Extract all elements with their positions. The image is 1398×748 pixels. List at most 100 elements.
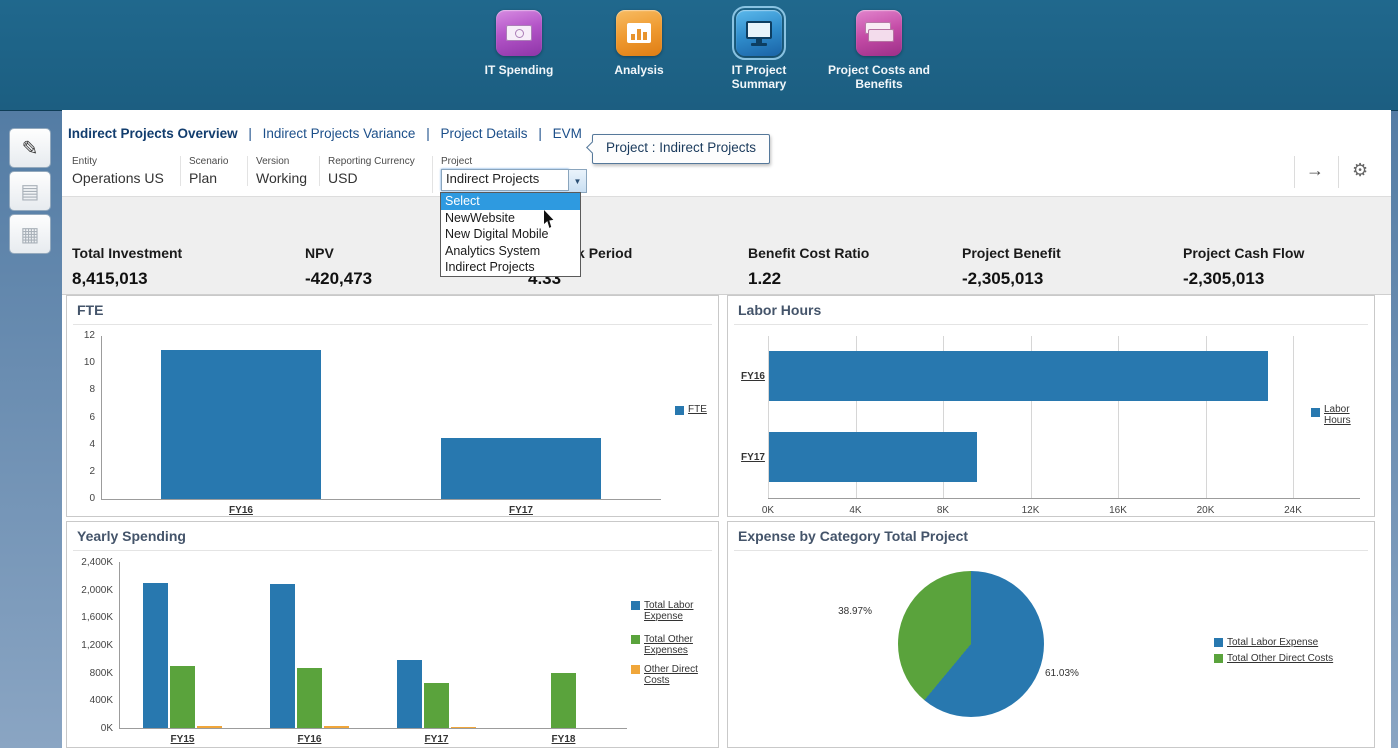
project-tooltip: Project : Indirect Projects xyxy=(592,134,770,164)
divider xyxy=(734,324,1368,325)
project-combobox-value[interactable]: Indirect Projects xyxy=(441,169,569,191)
nav-label: Project Costs and Benefits xyxy=(823,63,935,91)
nav-item-analysis[interactable]: Analysis xyxy=(583,10,695,91)
x-axis-tick: 0K xyxy=(750,505,786,516)
sidebar-edit-button[interactable]: ✎ xyxy=(9,128,51,168)
spending-bar-fy16[interactable] xyxy=(270,584,295,728)
y-axis-tick: 2,400K xyxy=(67,557,113,568)
legend-label[interactable]: FTE xyxy=(688,404,707,415)
tab-project-details[interactable]: Project Details xyxy=(441,126,528,141)
tab-indirect-projects-overview[interactable]: Indirect Projects Overview xyxy=(68,126,238,141)
analysis-icon xyxy=(616,10,662,56)
y-axis-category[interactable]: FY17 xyxy=(740,452,766,463)
kpi-benefit-cost-ratio: Benefit Cost Ratio 1.22 xyxy=(748,245,869,289)
y-axis-tick: 10 xyxy=(69,357,95,368)
it-project-summary-icon xyxy=(736,10,782,56)
x-axis-category[interactable]: FY17 xyxy=(373,734,500,745)
expense-by-category-chart-box: Expense by Category Total Project 38.97%… xyxy=(727,521,1375,748)
tab-indirect-projects-variance[interactable]: Indirect Projects Variance xyxy=(263,126,416,141)
kpi-value: -2,305,013 xyxy=(962,269,1061,289)
spending-bar-fy15[interactable] xyxy=(197,726,222,728)
dropdown-option-newwebsite[interactable]: NewWebsite xyxy=(441,210,580,227)
labor-bar-fy16[interactable] xyxy=(769,351,1268,401)
nav-item-project-costs[interactable]: Project Costs and Benefits xyxy=(823,10,935,91)
x-axis-category[interactable]: FY15 xyxy=(119,734,246,745)
x-axis-line xyxy=(101,499,661,500)
x-axis-category[interactable]: FY17 xyxy=(381,505,661,516)
forward-arrow-icon[interactable]: → xyxy=(1306,160,1324,181)
y-axis-category[interactable]: FY16 xyxy=(740,371,766,382)
pov-field-project: Project Indirect Projects ▼ xyxy=(432,156,587,193)
pov-value[interactable]: Working xyxy=(256,170,307,186)
dropdown-option-indirect-projects[interactable]: Indirect Projects xyxy=(441,259,580,276)
legend-label[interactable]: Total Labor Expense xyxy=(1227,637,1318,648)
fte-bar-fy17[interactable] xyxy=(441,438,601,499)
kpi-band: Total Investment 8,415,013 NPV -420,473 … xyxy=(62,196,1391,295)
toolbar-divider xyxy=(1294,156,1295,188)
chart-title: FTE xyxy=(77,302,103,318)
legend-swatch xyxy=(631,665,640,674)
x-axis-tick: 24K xyxy=(1275,505,1311,516)
y-axis-tick: 4 xyxy=(69,439,95,450)
grid-line xyxy=(1293,336,1294,498)
spending-bar-fy15[interactable] xyxy=(143,583,168,728)
spending-bar-fy17[interactable] xyxy=(424,683,449,728)
y-axis-tick: 6 xyxy=(69,412,95,423)
y-axis-tick: 400K xyxy=(67,695,113,706)
sidebar-layout-button[interactable]: ▦ xyxy=(9,214,51,254)
pov-value[interactable]: Plan xyxy=(189,170,228,186)
dropdown-option-new-digital-mobile[interactable]: New Digital Mobile xyxy=(441,226,580,243)
pie-chart[interactable] xyxy=(898,571,1044,717)
spending-bar-fy16[interactable] xyxy=(297,668,322,728)
nav-item-it-spending[interactable]: IT Spending xyxy=(463,10,575,91)
legend-label[interactable]: Total Labor Expense xyxy=(644,600,700,622)
sidebar-print-button[interactable]: ▤ xyxy=(9,171,51,211)
printer-icon: ▤ xyxy=(21,179,40,204)
legend-label[interactable]: Total Other Expenses xyxy=(644,634,700,656)
top-app-bar: IT Spending Analysis IT Project Summary … xyxy=(0,0,1398,111)
legend-label[interactable]: Labor Hours xyxy=(1324,404,1368,426)
pov-value[interactable]: USD xyxy=(328,170,415,186)
spending-bar-fy17[interactable] xyxy=(451,727,476,729)
x-axis-tick: 4K xyxy=(838,505,874,516)
pov-label: Entity xyxy=(72,156,164,167)
legend-label[interactable]: Total Other Direct Costs xyxy=(1227,653,1333,664)
dropdown-option-analytics-system[interactable]: Analytics System xyxy=(441,243,580,260)
yearly-spending-chart-box: Yearly Spending 0K400K800K1,200K1,600K2,… xyxy=(66,521,719,748)
nav-item-it-project-summary[interactable]: IT Project Summary xyxy=(703,10,815,91)
project-combobox[interactable]: Indirect Projects ▼ xyxy=(441,169,587,193)
x-axis-category[interactable]: FY16 xyxy=(246,734,373,745)
y-axis-line xyxy=(101,336,102,499)
y-axis-tick: 2,000K xyxy=(67,585,113,596)
legend-swatch xyxy=(1214,638,1223,647)
dropdown-option-select[interactable]: Select xyxy=(441,193,580,210)
kpi-label: Total Investment xyxy=(72,245,182,261)
legend-swatch xyxy=(1214,654,1223,663)
chart-glyph xyxy=(627,23,651,43)
divider xyxy=(73,550,712,551)
spending-bar-fy18[interactable] xyxy=(551,673,576,728)
kpi-label: Project Benefit xyxy=(962,245,1061,261)
y-axis-tick: 0K xyxy=(67,723,113,734)
fte-bar-fy16[interactable] xyxy=(161,350,321,499)
top-navigation: IT Spending Analysis IT Project Summary … xyxy=(463,10,935,91)
toolbar-divider xyxy=(1338,156,1339,188)
spending-bar-fy15[interactable] xyxy=(170,666,195,728)
legend-label[interactable]: Other Direct Costs xyxy=(644,664,700,686)
legend-swatch xyxy=(631,601,640,610)
pov-value[interactable]: Operations US xyxy=(72,170,164,186)
y-axis-line xyxy=(119,562,120,728)
tab-evm[interactable]: EVM xyxy=(553,126,582,141)
gear-icon[interactable]: ⚙ xyxy=(1352,160,1368,181)
grid-icon: ▦ xyxy=(21,222,40,247)
monitor-glyph xyxy=(746,21,772,39)
spending-bar-fy17[interactable] xyxy=(397,660,422,728)
chevron-down-icon[interactable]: ▼ xyxy=(569,169,587,193)
labor-bar-fy17[interactable] xyxy=(769,432,977,482)
spending-bar-fy16[interactable] xyxy=(324,726,349,728)
tab-separator: | xyxy=(538,126,542,141)
kpi-value: 1.22 xyxy=(748,269,869,289)
x-axis-category[interactable]: FY18 xyxy=(500,734,627,745)
fte-chart-box: FTE 024681012FY16FY17FTE xyxy=(66,295,719,517)
x-axis-category[interactable]: FY16 xyxy=(101,505,381,516)
